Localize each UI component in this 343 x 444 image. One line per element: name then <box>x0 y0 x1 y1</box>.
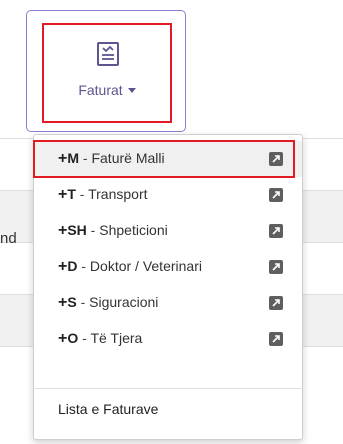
menu-item-fature-malli[interactable]: +M - Faturë Malli <box>34 141 302 177</box>
menu-item-label: Të Tjera <box>90 330 143 346</box>
menu-item-doktor-veterinari[interactable]: +D - Doktor / Veterinari <box>34 249 302 285</box>
menu-item-separator: - <box>77 258 90 274</box>
menu-item-shpeticioni[interactable]: +SH - Shpeticioni <box>34 213 302 249</box>
menu-item-siguracioni[interactable]: +S - Siguracioni <box>34 285 302 321</box>
plus-icon: + <box>58 150 68 167</box>
menu-divider <box>34 388 302 389</box>
menu-item-code: SH <box>67 222 87 238</box>
external-link-icon[interactable] <box>269 296 283 310</box>
menu-item-lista-e-faturave[interactable]: Lista e Faturave <box>58 401 158 417</box>
menu-item-label: Doktor / Veterinari <box>89 258 202 274</box>
plus-icon: + <box>58 294 68 311</box>
invoices-dropdown-menu: +M - Faturë Malli +T - Transport +SH - S… <box>33 134 303 440</box>
menu-item-transport[interactable]: +T - Transport <box>34 177 302 213</box>
menu-item-separator: - <box>76 294 90 310</box>
menu-item-label: Siguracioni <box>89 294 159 310</box>
menu-item-label: Transport <box>88 186 148 202</box>
invoice-icon <box>95 41 121 67</box>
invoices-button-label: Faturat <box>78 82 123 98</box>
menu-item-label: Faturë Malli <box>91 150 165 166</box>
menu-item-code: O <box>67 330 79 346</box>
menu-item-separator: - <box>75 186 89 202</box>
menu-item-separator: - <box>79 150 92 166</box>
menu-item-code: T <box>67 186 76 202</box>
background-partial-text: nd <box>0 230 17 247</box>
plus-icon: + <box>58 330 68 347</box>
invoices-toolbar-button[interactable]: Faturat <box>26 10 186 132</box>
caret-down-icon <box>127 88 136 93</box>
menu-item-code: M <box>67 150 80 166</box>
external-link-icon[interactable] <box>269 188 283 202</box>
menu-item-code: S <box>67 294 77 310</box>
plus-icon: + <box>58 186 68 203</box>
invoices-button-highlight[interactable]: Faturat <box>42 23 172 123</box>
menu-item-label: Shpeticioni <box>99 222 168 238</box>
plus-icon: + <box>58 222 68 239</box>
external-link-icon[interactable] <box>269 152 283 166</box>
external-link-icon[interactable] <box>269 224 283 238</box>
plus-icon: + <box>58 258 68 275</box>
menu-item-te-tjera[interactable]: +O - Të Tjera <box>34 321 302 357</box>
external-link-icon[interactable] <box>269 332 283 346</box>
menu-item-separator: - <box>78 330 91 346</box>
menu-item-code: D <box>67 258 78 274</box>
menu-item-separator: - <box>86 222 100 238</box>
external-link-icon[interactable] <box>269 260 283 274</box>
